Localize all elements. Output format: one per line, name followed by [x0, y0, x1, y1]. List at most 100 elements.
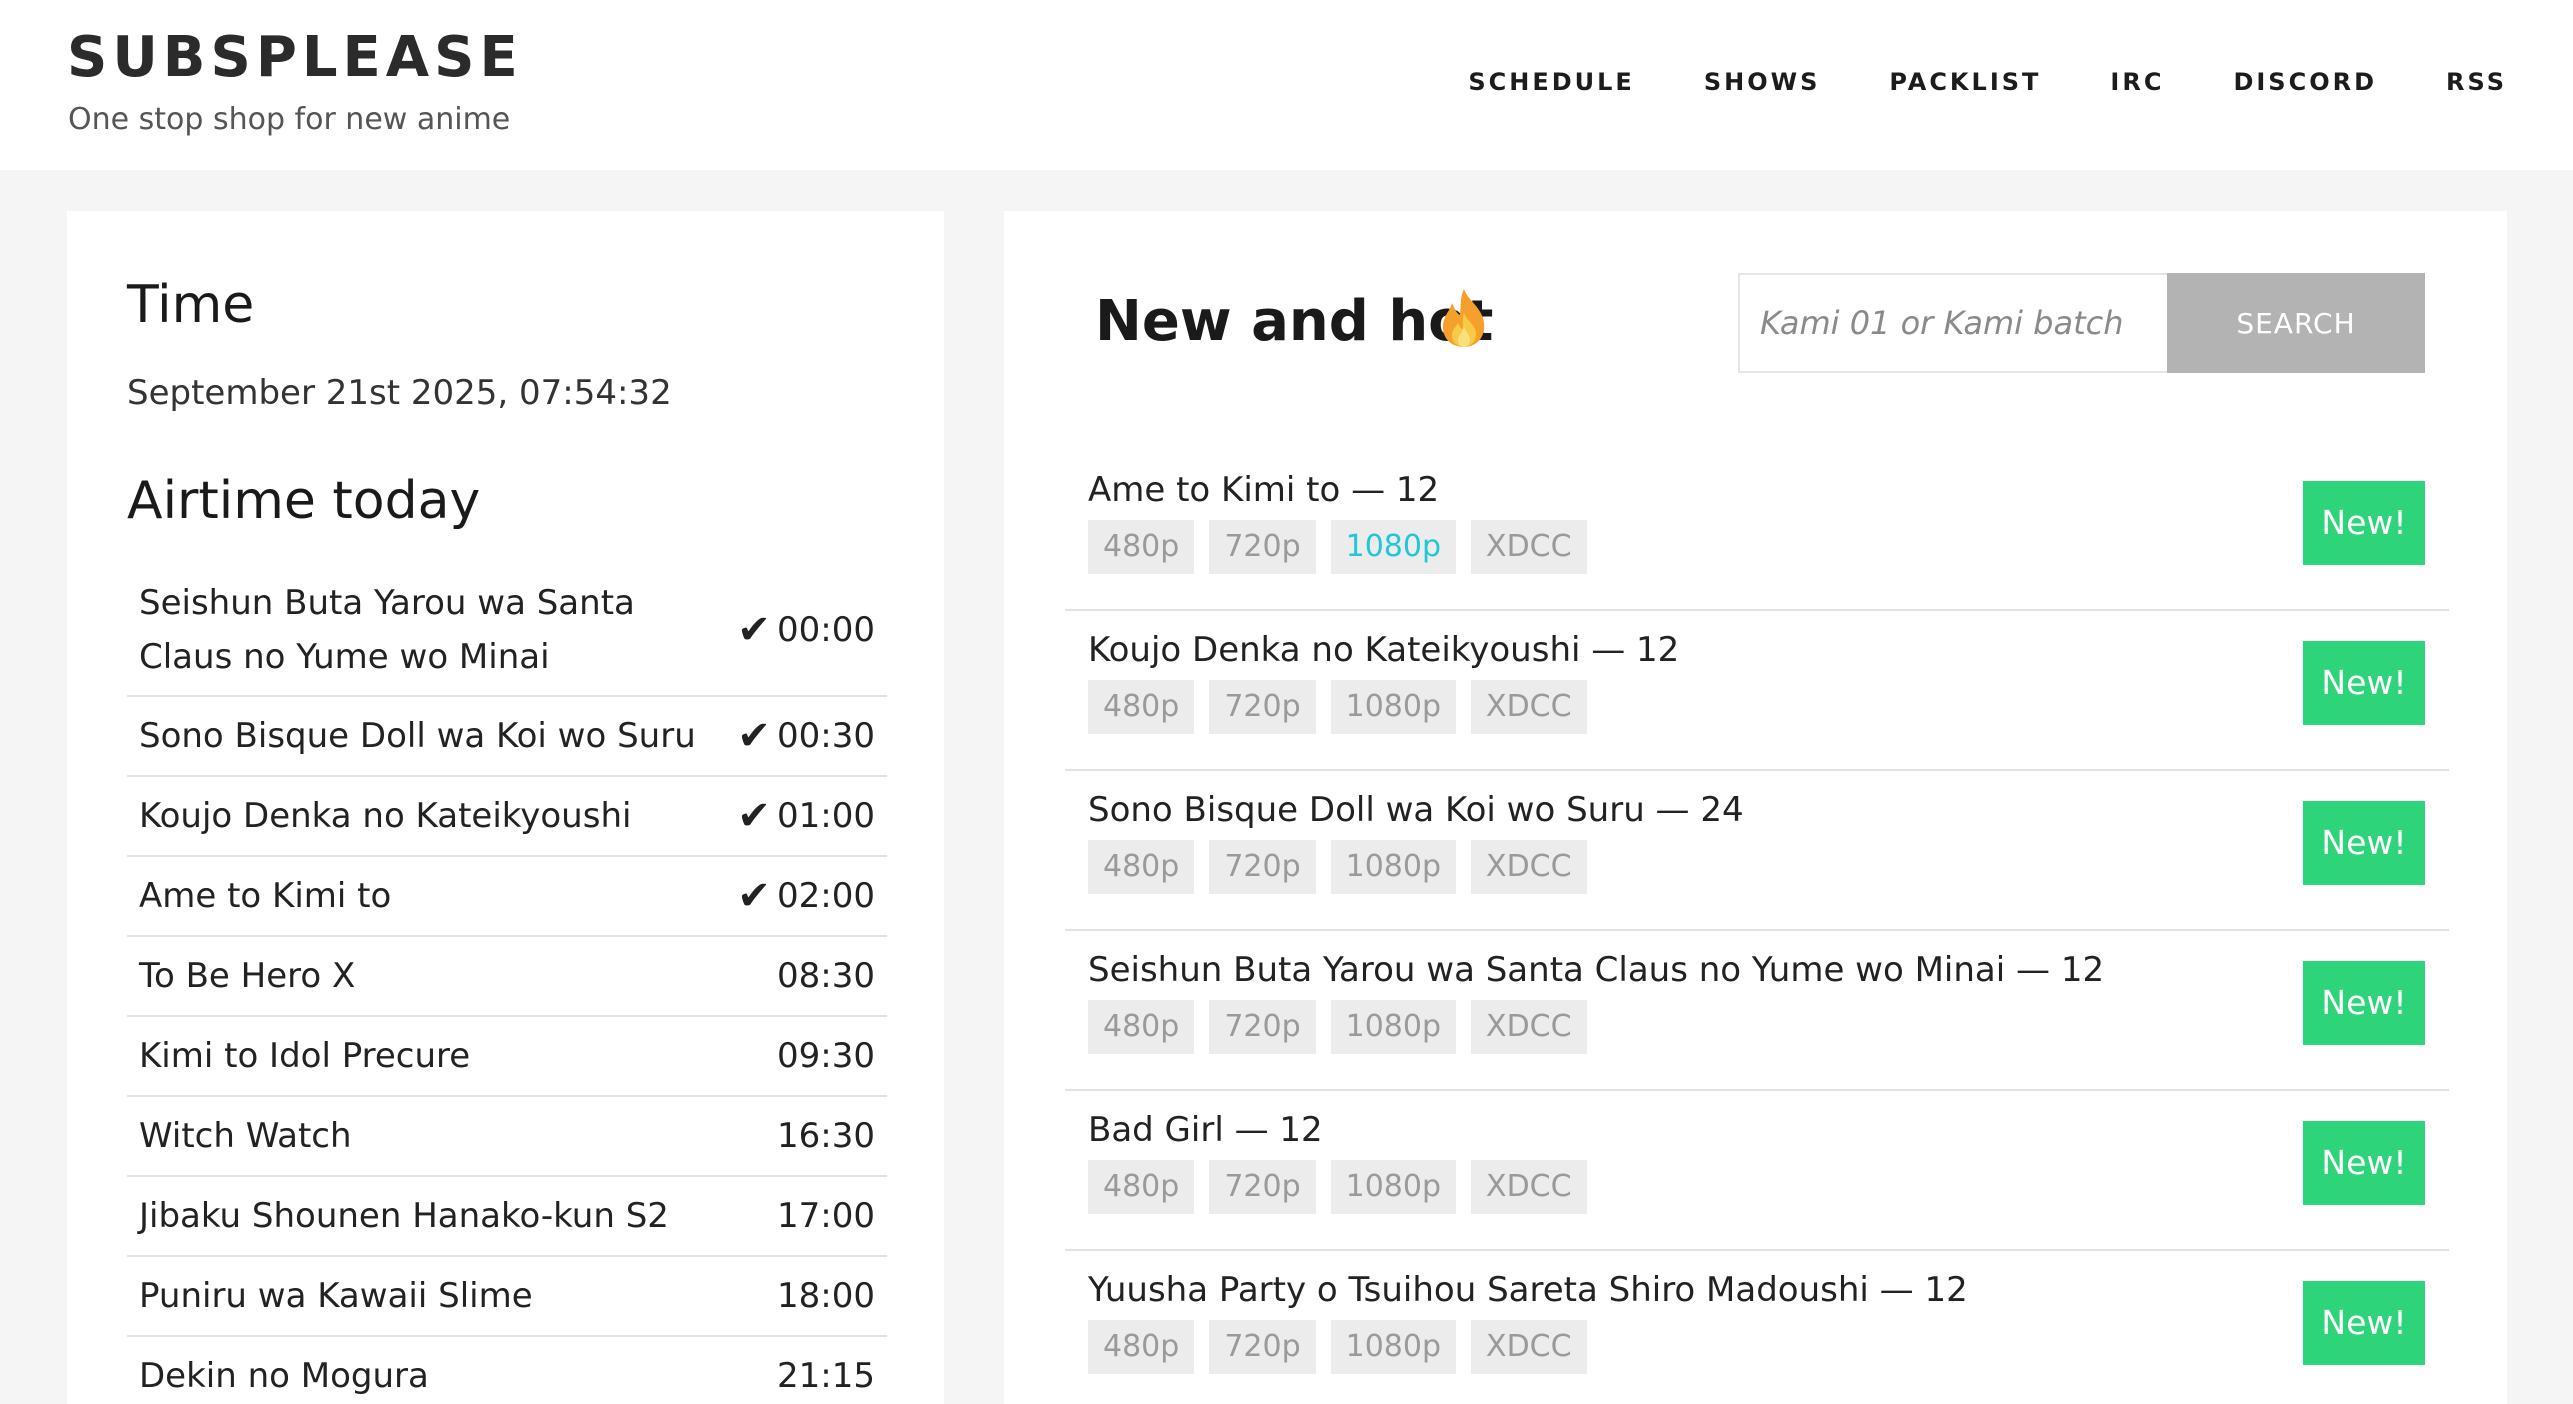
new-badge[interactable]: New!	[2303, 1121, 2425, 1205]
schedule-row[interactable]: To Be Hero X 08:30	[127, 937, 887, 1017]
release-title[interactable]: Sono Bisque Doll wa Koi wo Suru — 24	[1088, 787, 1744, 833]
quality-links: 480p 720p 1080p XDCC	[1088, 520, 1587, 574]
schedule-show-name[interactable]: Kimi to Idol Precure	[139, 1029, 733, 1083]
schedule-time: 00:30	[777, 716, 875, 756]
quality-link-xdcc[interactable]: XDCC	[1471, 1320, 1587, 1374]
quality-link-1080p[interactable]: 1080p	[1330, 840, 1457, 894]
airtime-heading: Airtime today	[127, 471, 481, 531]
release-row: Ame to Kimi to — 12 480p 720p 1080p XDCC New!	[1065, 451, 2449, 611]
nav-packlist[interactable]: PACKLIST	[1820, 68, 2041, 96]
quality-links: 480p 720p 1080p XDCC	[1088, 840, 1587, 894]
quality-links: 480p 720p 1080p XDCC	[1088, 680, 1587, 734]
schedule-time: 01:00	[777, 796, 875, 836]
schedule-show-name[interactable]: Koujo Denka no Kateikyoushi	[139, 789, 733, 843]
schedule-time: 09:30	[777, 1036, 875, 1076]
schedule-time: 02:00	[777, 876, 875, 916]
nav-shows[interactable]: SHOWS	[1635, 68, 1821, 96]
release-row: Seishun Buta Yarou wa Santa Claus no Yum…	[1065, 931, 2449, 1091]
nav-rss[interactable]: RSS	[2377, 68, 2507, 96]
schedule-time: 16:30	[777, 1116, 875, 1156]
schedule-row[interactable]: Jibaku Shounen Hanako-kun S2 17:00	[127, 1177, 887, 1257]
quality-link-xdcc[interactable]: XDCC	[1471, 1000, 1587, 1054]
current-time: September 21st 2025, 07:54:32	[127, 373, 672, 413]
quality-link-480p[interactable]: 480p	[1088, 840, 1195, 894]
schedule-show-name[interactable]: Dekin no Mogura	[139, 1349, 733, 1403]
schedule-show-name[interactable]: Witch Watch	[139, 1109, 733, 1163]
quality-link-720p[interactable]: 720p	[1209, 520, 1316, 574]
quality-link-xdcc[interactable]: XDCC	[1471, 840, 1587, 894]
release-title[interactable]: Ame to Kimi to — 12	[1088, 467, 1439, 513]
schedule-time: 18:00	[777, 1276, 875, 1316]
schedule-time: 00:00	[777, 610, 875, 650]
release-row: Koujo Denka no Kateikyoushi — 12 480p 720p…	[1065, 611, 2449, 771]
check-icon: ✔	[737, 793, 771, 839]
quality-link-1080p[interactable]: 1080p	[1330, 1000, 1457, 1054]
schedule-show-name[interactable]: Sono Bisque Doll wa Koi wo Suru	[139, 709, 733, 763]
schedule-card: Time September 21st 2025, 07:54:32 Airti…	[67, 211, 944, 1404]
new-badge[interactable]: New!	[2303, 641, 2425, 725]
release-row: Sono Bisque Doll wa Koi wo Suru — 24 480p…	[1065, 771, 2449, 931]
quality-link-720p[interactable]: 720p	[1209, 840, 1316, 894]
schedule-row[interactable]: Puniru wa Kawaii Slime 18:00	[127, 1257, 887, 1337]
schedule-show-name[interactable]: Puniru wa Kawaii Slime	[139, 1269, 733, 1323]
schedule-show-name[interactable]: To Be Hero X	[139, 949, 733, 1003]
new-badge[interactable]: New!	[2303, 961, 2425, 1045]
check-icon: ✔	[737, 713, 771, 759]
release-title[interactable]: Bad Girl — 12	[1088, 1107, 1323, 1153]
release-row: Bad Girl — 12 480p 720p 1080p XDCC New!	[1065, 1091, 2449, 1251]
quality-links: 480p 720p 1080p XDCC	[1088, 1320, 1587, 1374]
release-list: Ame to Kimi to — 12 480p 720p 1080p XDCC New!…	[1065, 451, 2449, 1404]
quality-link-480p[interactable]: 480p	[1088, 520, 1195, 574]
releases-card: New and hot SEARCH Ame to Kimi to — 1248…	[1004, 211, 2507, 1404]
quality-link-480p[interactable]: 480p	[1088, 1160, 1195, 1214]
main-nav: SCHEDULE SHOWS PACKLIST IRC DISCORD RSS	[1399, 60, 2507, 104]
nav-irc[interactable]: IRC	[2041, 68, 2164, 96]
site-title[interactable]: SUBSPLEASE	[67, 24, 523, 92]
schedule-show-name[interactable]: Jibaku Shounen Hanako-kun S2	[139, 1189, 733, 1243]
new-badge[interactable]: New!	[2303, 1281, 2425, 1365]
quality-link-1080p[interactable]: 1080p	[1330, 520, 1457, 574]
check-icon: ✔	[737, 607, 771, 653]
quality-link-480p[interactable]: 480p	[1088, 1320, 1195, 1374]
new-badge[interactable]: New!	[2303, 801, 2425, 885]
quality-link-720p[interactable]: 720p	[1209, 1160, 1316, 1214]
site-tagline: One stop shop for new anime	[68, 102, 511, 137]
schedule-row[interactable]: Dekin no Mogura 21:15	[127, 1337, 887, 1404]
schedule-show-name[interactable]: Seishun Buta Yarou wa Santa Claus no Yum…	[139, 576, 733, 684]
quality-link-720p[interactable]: 720p	[1209, 1000, 1316, 1054]
schedule-row[interactable]: Seishun Buta Yarou wa Santa Claus no Yum…	[127, 565, 887, 697]
release-title[interactable]: Yuusha Party o Tsuihou Sareta Shiro Mado…	[1088, 1267, 1968, 1313]
release-title[interactable]: Seishun Buta Yarou wa Santa Claus no Yum…	[1088, 947, 2104, 993]
new-badge[interactable]: New!	[2303, 481, 2425, 565]
quality-links: 480p 720p 1080p XDCC	[1088, 1000, 1587, 1054]
schedule-time: 21:15	[777, 1356, 875, 1396]
fire-icon	[1442, 289, 1485, 347]
quality-link-720p[interactable]: 720p	[1209, 680, 1316, 734]
search-button[interactable]: SEARCH	[2167, 273, 2425, 373]
schedule-show-name[interactable]: Ame to Kimi to	[139, 869, 733, 923]
site-header: SUBSPLEASE One stop shop for new anime S…	[0, 0, 2573, 170]
quality-link-xdcc[interactable]: XDCC	[1471, 1160, 1587, 1214]
schedule-row[interactable]: Koujo Denka no Kateikyoushi ✔ 01:00	[127, 777, 887, 857]
quality-link-480p[interactable]: 480p	[1088, 1000, 1195, 1054]
quality-links: 480p 720p 1080p XDCC	[1088, 1160, 1587, 1214]
schedule-row[interactable]: Ame to Kimi to ✔ 02:00	[127, 857, 887, 937]
search-input[interactable]	[1738, 273, 2171, 373]
quality-link-480p[interactable]: 480p	[1088, 680, 1195, 734]
schedule-time: 17:00	[777, 1196, 875, 1236]
release-title[interactable]: Koujo Denka no Kateikyoushi — 12	[1088, 627, 1679, 673]
release-row: Yuusha Party o Tsuihou Sareta Shiro Mado…	[1065, 1251, 2449, 1404]
quality-link-xdcc[interactable]: XDCC	[1471, 520, 1587, 574]
quality-link-1080p[interactable]: 1080p	[1330, 1160, 1457, 1214]
nav-schedule[interactable]: SCHEDULE	[1399, 68, 1634, 96]
time-heading: Time	[127, 275, 255, 335]
check-icon: ✔	[737, 873, 771, 919]
schedule-row[interactable]: Kimi to Idol Precure 09:30	[127, 1017, 887, 1097]
quality-link-xdcc[interactable]: XDCC	[1471, 680, 1587, 734]
quality-link-720p[interactable]: 720p	[1209, 1320, 1316, 1374]
quality-link-1080p[interactable]: 1080p	[1330, 680, 1457, 734]
quality-link-1080p[interactable]: 1080p	[1330, 1320, 1457, 1374]
schedule-row[interactable]: Witch Watch 16:30	[127, 1097, 887, 1177]
nav-discord[interactable]: DISCORD	[2164, 68, 2377, 96]
schedule-row[interactable]: Sono Bisque Doll wa Koi wo Suru ✔ 00:30	[127, 697, 887, 777]
